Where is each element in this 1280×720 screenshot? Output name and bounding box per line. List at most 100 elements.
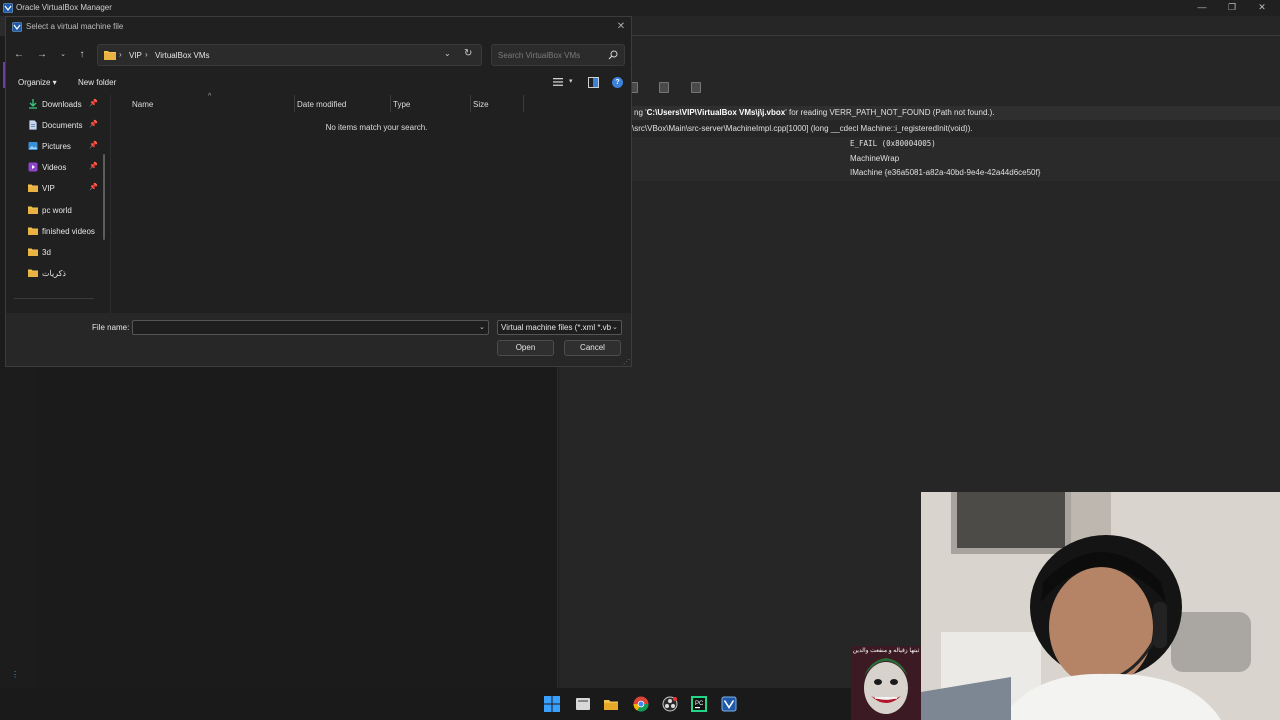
sidebar-item-label: pc world <box>42 206 72 215</box>
address-bar[interactable]: › VIP › VirtualBox VMs ⌄ ↻ <box>97 44 482 66</box>
sidebar-item-downloads[interactable]: Downloads 📌 <box>28 96 108 112</box>
sticker-caption: ثبتها زقياله و منفعت والدين <box>852 648 920 654</box>
file-type-filter-select[interactable]: Virtual machine files (*.xml *.vb ⌄ <box>497 320 622 335</box>
breadcrumb-vip[interactable]: VIP <box>129 51 142 60</box>
pycharm-icon[interactable]: PC <box>691 696 707 712</box>
file-name-label: File name: <box>92 323 130 332</box>
minimize-icon[interactable]: — <box>1187 1 1217 15</box>
address-dropdown-icon[interactable]: ⌄ <box>444 49 451 58</box>
joker-face-image <box>851 646 921 720</box>
sidebar-dots-icon[interactable]: ⋮ <box>11 670 19 679</box>
joker-sticker: ثبتها زقياله و منفعت والدين <box>851 646 921 720</box>
search-input[interactable]: Search VirtualBox VMs <box>491 44 625 66</box>
dialog-titlebar: Select a virtual machine file ✕ <box>6 17 631 37</box>
nav-pane-scrollbar[interactable] <box>103 154 105 240</box>
interface: IMachine {e36a5081-a82a-40bd-9e4e-42a44d… <box>850 168 1041 177</box>
column-header-name[interactable]: Name <box>132 100 153 109</box>
breadcrumb-virtualbox-vms[interactable]: VirtualBox VMs <box>155 51 210 60</box>
cancel-button[interactable]: Cancel <box>564 340 621 356</box>
column-header-type[interactable]: Type <box>393 100 410 109</box>
file-open-dialog: Select a virtual machine file ✕ ← → ⌄ ↑ … <box>5 16 632 367</box>
breadcrumb-separator: › <box>145 50 148 59</box>
sidebar-item-memories[interactable]: ذكريات <box>28 265 108 281</box>
column-divider[interactable] <box>523 95 524 112</box>
view-options-icon[interactable] <box>552 77 564 87</box>
column-header-date-modified[interactable]: Date modified <box>297 100 346 109</box>
chrome-icon[interactable] <box>633 696 649 712</box>
resize-grip-icon[interactable]: ⋰ <box>623 358 630 366</box>
search-icon[interactable] <box>608 50 618 60</box>
webcam-overlay <box>921 492 1280 720</box>
folder-icon <box>28 206 38 214</box>
download-icon <box>29 99 37 109</box>
result-code: E_FAIL (0x80004005) <box>850 139 936 148</box>
navigation-pane: Downloads 📌 Documents 📌 Pictures 📌 Video… <box>6 95 110 313</box>
recent-locations-chevron-icon[interactable]: ⌄ <box>56 48 70 62</box>
vbox-window-title: Oracle VirtualBox Manager <box>16 3 112 12</box>
up-arrow-icon[interactable]: ↑ <box>75 48 89 62</box>
task-view-icon[interactable] <box>575 696 591 712</box>
pin-icon: 📌 <box>89 100 98 107</box>
sidebar-item-finished-videos[interactable]: finished videos <box>28 223 108 239</box>
file-name-input[interactable]: ⌄ <box>132 320 489 335</box>
file-type-filter-value: Virtual machine files (*.xml *.vb <box>501 323 611 332</box>
chevron-down-icon[interactable]: ⌄ <box>479 323 485 331</box>
sidebar-item-documents[interactable]: Documents 📌 <box>28 117 108 133</box>
preview-pane-icon[interactable] <box>588 77 599 88</box>
sort-ascending-icon: ^ <box>208 93 212 100</box>
folder-icon <box>28 227 38 235</box>
column-divider[interactable] <box>390 95 391 112</box>
show-tool-icon[interactable] <box>691 82 701 93</box>
organize-button[interactable]: Organize ▾ <box>18 78 57 87</box>
close-icon[interactable]: ✕ <box>1247 1 1277 15</box>
dialog-title: Select a virtual machine file <box>26 22 124 31</box>
sidebar-item-label: VIP <box>42 184 55 193</box>
navigation-bar: ← → ⌄ ↑ › VIP › VirtualBox VMs ⌄ ↻ Searc… <box>6 42 631 68</box>
refresh-icon[interactable]: ↻ <box>464 48 472 59</box>
folder-icon <box>104 51 116 60</box>
forward-arrow-icon[interactable]: → <box>35 48 49 62</box>
sidebar-item-label: Documents <box>42 121 83 130</box>
pin-icon: 📌 <box>89 163 98 170</box>
pin-icon: 📌 <box>89 121 98 128</box>
new-folder-button[interactable]: New folder <box>78 78 116 87</box>
search-placeholder: Search VirtualBox VMs <box>498 51 581 60</box>
sidebar-item-pc-world[interactable]: pc world <box>28 202 108 218</box>
sidebar-item-vip[interactable]: VIP 📌 <box>28 180 108 196</box>
discard-tool-icon[interactable] <box>659 82 669 93</box>
virtualbox-logo-icon <box>12 22 22 32</box>
picture-icon <box>28 142 38 150</box>
video-icon <box>28 162 38 172</box>
maximize-icon[interactable]: ❐ <box>1217 1 1247 15</box>
windows-start-icon[interactable] <box>544 696 560 712</box>
svg-text:PC: PC <box>695 701 704 707</box>
command-bar: Organize ▾ New folder ▾ ? <box>6 73 631 93</box>
file-explorer-icon[interactable] <box>603 696 619 712</box>
sidebar-item-label: finished videos <box>42 227 95 236</box>
close-icon[interactable]: ✕ <box>614 20 628 34</box>
view-chevron-icon[interactable]: ▾ <box>569 77 573 85</box>
pin-icon: 📌 <box>89 184 98 191</box>
error-location: \src\VBox\Main\src-server\MachineImpl.cp… <box>632 124 973 133</box>
chevron-down-icon[interactable]: ⌄ <box>612 323 618 331</box>
column-divider[interactable] <box>294 95 295 112</box>
open-button[interactable]: Open <box>497 340 554 356</box>
back-arrow-icon[interactable]: ← <box>12 48 26 62</box>
sidebar-item-3d[interactable]: 3d <box>28 244 108 260</box>
pin-icon: 📌 <box>89 142 98 149</box>
webcam-image <box>921 492 1280 720</box>
sidebar-item-pictures[interactable]: Pictures 📌 <box>28 138 108 154</box>
column-divider[interactable] <box>470 95 471 112</box>
folder-icon <box>28 248 38 256</box>
sidebar-item-label: ذكريات <box>42 269 66 278</box>
folder-icon <box>28 269 38 277</box>
error-details-table: E_FAIL (0x80004005) MachineWrap IMachine… <box>632 137 1280 181</box>
virtualbox-taskbar-icon[interactable] <box>721 696 737 712</box>
obs-icon[interactable] <box>662 696 678 712</box>
sidebar-item-label: Videos <box>42 163 67 172</box>
document-icon <box>29 120 37 130</box>
vbox-toolbar-strip <box>631 16 1280 36</box>
sidebar-item-videos[interactable]: Videos 📌 <box>28 159 108 175</box>
help-icon[interactable]: ? <box>612 77 623 88</box>
column-header-size[interactable]: Size <box>473 100 489 109</box>
